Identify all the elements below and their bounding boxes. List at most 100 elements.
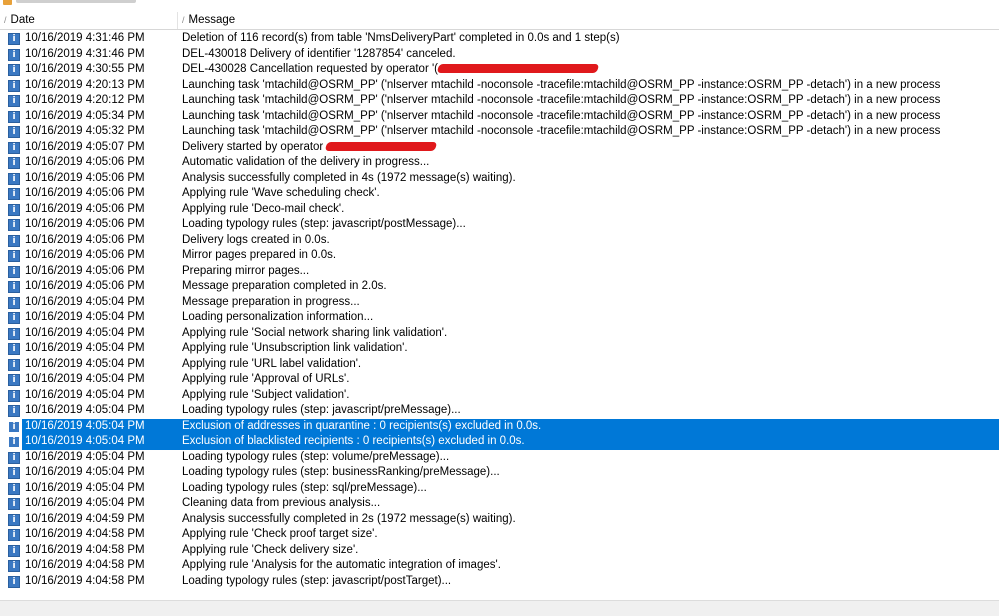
row-date: 10/16/2019 4:05:06 PM (25, 218, 145, 230)
table-row[interactable]: i 10/16/2019 4:05:04 PM Message preparatio… (0, 295, 999, 311)
table-row[interactable]: i 10/16/2019 4:04:58 PM Applying rule 'Che… (0, 527, 999, 543)
row-date: 10/16/2019 4:05:04 PM (25, 373, 145, 385)
info-icon: i (8, 172, 20, 185)
row-message: Delivery logs created in 0.0s. (182, 233, 997, 249)
status-bar (0, 600, 999, 616)
row-message-text: Message preparation in progress... (182, 295, 360, 308)
row-date: 10/16/2019 4:04:58 PM (25, 559, 145, 571)
row-message: Message preparation in progress... (182, 295, 997, 311)
table-row[interactable]: i 10/16/2019 4:05:04 PM Loading typology r… (0, 481, 999, 497)
table-row[interactable]: i 10/16/2019 4:31:46 PM Deletion of 116 re… (0, 31, 999, 47)
row-message-text: Mirror pages prepared in 0.0s. (182, 249, 337, 261)
table-row[interactable]: i 10/16/2019 4:05:34 PM Launching task 'mt… (0, 109, 999, 125)
info-icon: i (8, 126, 20, 138)
table-row[interactable]: i 10/16/2019 4:05:07 PM Delivery started b… (0, 140, 999, 156)
info-icon: i (8, 296, 20, 309)
table-row[interactable]: i 10/16/2019 4:05:04 PM Loading typology r… (0, 403, 999, 419)
table-row[interactable]: i 10/16/2019 4:20:12 PM Launching task 'mt… (0, 93, 999, 109)
table-row[interactable]: i 10/16/2019 4:05:06 PM Mirror pages prepa… (0, 248, 999, 264)
info-icon: i (8, 513, 20, 526)
row-date: 10/16/2019 4:05:06 PM (25, 187, 145, 199)
table-row[interactable]: i 10/16/2019 4:05:06 PM Applying rule 'Wav… (0, 186, 999, 202)
table-row[interactable]: i 10/16/2019 4:05:04 PM Applying rule 'Soc… (0, 326, 999, 342)
table-row[interactable]: i 10/16/2019 4:05:04 PM Applying rule 'URL… (0, 357, 999, 373)
table-row[interactable]: i 10/16/2019 4:05:06 PM Analysis successfu… (0, 171, 999, 187)
log-list[interactable]: i 10/16/2019 4:31:46 PM Deletion of 116 re… (0, 31, 999, 600)
row-message-text: Loading typology rules (step: businessRa… (182, 466, 500, 478)
table-row[interactable]: i 10/16/2019 4:04:58 PM Applying rule 'Ana… (0, 558, 999, 574)
row-message-text: Loading typology rules (step: sql/preMes… (182, 481, 427, 494)
row-date: 10/16/2019 4:05:06 PM (25, 280, 145, 292)
row-message-text: Analysis successfully completed in 4s (1… (182, 171, 516, 184)
row-message: Analysis successfully completed in 2s (1… (182, 512, 997, 528)
info-icon: i (8, 281, 20, 293)
row-message: Loading typology rules (step: javascript… (182, 403, 997, 419)
row-date: 10/16/2019 4:05:04 PM (25, 481, 145, 494)
table-row[interactable]: i 10/16/2019 4:05:32 PM Launching task 'mt… (0, 124, 999, 140)
info-icon: i (8, 405, 20, 417)
row-message: Exclusion of addresses in quarantine : 0… (178, 418, 999, 434)
row-message: Applying rule 'Check proof target size'. (182, 527, 997, 543)
table-row[interactable]: i 10/16/2019 4:05:06 PM Applying rule 'Dec… (0, 202, 999, 218)
table-row[interactable]: i 10/16/2019 4:05:04 PM Applying rule 'App… (0, 372, 999, 388)
column-header-date[interactable]: / Date (0, 12, 178, 29)
info-icon: i (8, 141, 20, 154)
column-header-message[interactable]: / Message (178, 12, 999, 29)
row-message: DEL-430018 Delivery of identifier '12878… (182, 47, 997, 63)
table-row[interactable]: i 10/16/2019 4:30:55 PM DEL-430028 Cancell… (0, 62, 999, 78)
row-message: Launching task 'mtachild@OSRM_PP' ('nlse… (182, 124, 997, 140)
table-row[interactable]: i 10/16/2019 4:05:04 PM Loading personaliz… (0, 310, 999, 326)
table-row[interactable]: i 10/16/2019 4:31:46 PM DEL-430018 Deliver… (0, 47, 999, 63)
info-icon: i (8, 157, 20, 169)
row-date: 10/16/2019 4:05:06 PM (25, 171, 145, 184)
table-row[interactable]: i 10/16/2019 4:20:13 PM Launching task 'mt… (0, 78, 999, 94)
row-message: Cleaning data from previous analysis... (182, 496, 997, 512)
redaction-mark (436, 64, 600, 74)
table-row[interactable]: i 10/16/2019 4:05:06 PM Message preparatio… (0, 279, 999, 295)
row-date: 10/16/2019 4:05:04 PM (25, 388, 145, 401)
row-message-text: Exclusion of blacklisted recipients : 0 … (182, 435, 525, 447)
table-row[interactable]: i 10/16/2019 4:05:04 PM Cleaning data from… (0, 496, 999, 512)
table-row[interactable]: i 10/16/2019 4:05:04 PM Loading typology r… (0, 465, 999, 481)
row-message-text: Exclusion of addresses in quarantine : 0… (182, 419, 542, 432)
row-date: 10/16/2019 4:05:06 PM (25, 202, 145, 215)
row-message: Applying rule 'Subject validation'. (182, 388, 997, 404)
table-row[interactable]: i 10/16/2019 4:04:58 PM Loading typology r… (0, 574, 999, 590)
table-row[interactable]: i 10/16/2019 4:05:06 PM Automatic validati… (0, 155, 999, 171)
row-message-text: Launching task 'mtachild@OSRM_PP' ('nlse… (182, 78, 941, 91)
info-icon: i (8, 234, 20, 247)
row-message-text: Applying rule 'Check proof target size'. (182, 528, 378, 540)
row-message: Applying rule 'Approval of URLs'. (182, 372, 997, 388)
row-date: 10/16/2019 4:05:04 PM (25, 295, 145, 308)
row-message: Loading typology rules (step: javascript… (182, 574, 997, 590)
row-message-text: Automatic validation of the delivery in … (182, 156, 430, 168)
row-message: Applying rule 'Deco-mail check'. (182, 202, 997, 218)
row-message: Exclusion of blacklisted recipients : 0 … (178, 434, 999, 450)
table-row[interactable]: i 10/16/2019 4:05:04 PM Exclusion of addre… (0, 418, 999, 434)
row-message: Analysis successfully completed in 4s (1… (182, 171, 997, 187)
row-message-text: Loading personalization information... (182, 311, 374, 323)
table-row[interactable]: i 10/16/2019 4:04:58 PM Applying rule 'Che… (0, 543, 999, 559)
row-message-text: Delivery logs created in 0.0s. (182, 233, 330, 246)
row-date: 10/16/2019 4:31:46 PM (25, 47, 145, 60)
table-row[interactable]: i 10/16/2019 4:05:04 PM Loading typology r… (0, 450, 999, 466)
row-message: Loading typology rules (step: javascript… (182, 217, 997, 233)
table-row[interactable]: i 10/16/2019 4:05:06 PM Delivery logs crea… (0, 233, 999, 249)
row-message-text: Loading typology rules (step: javascript… (182, 218, 466, 230)
row-message: Loading personalization information... (182, 310, 997, 326)
table-row[interactable]: i 10/16/2019 4:05:04 PM Exclusion of black… (0, 434, 999, 450)
info-icon: i (8, 312, 20, 324)
row-message-text: Applying rule 'Check delivery size'. (182, 543, 359, 556)
table-row[interactable]: i 10/16/2019 4:04:59 PM Analysis successfu… (0, 512, 999, 528)
row-message-text: Applying rule 'Deco-mail check'. (182, 202, 345, 215)
column-message-label: Message (188, 14, 236, 26)
table-row[interactable]: i 10/16/2019 4:05:04 PM Applying rule 'Sub… (0, 388, 999, 404)
table-row[interactable]: i 10/16/2019 4:05:06 PM Preparing mirror p… (0, 264, 999, 280)
info-icon: i (8, 79, 20, 92)
info-icon: i (8, 219, 20, 231)
table-row[interactable]: i 10/16/2019 4:05:04 PM Applying rule 'Uns… (0, 341, 999, 357)
row-message-text: Loading typology rules (step: volume/pre… (182, 450, 450, 463)
row-date: 10/16/2019 4:30:55 PM (25, 63, 145, 75)
table-row[interactable]: i 10/16/2019 4:05:06 PM Loading typology r… (0, 217, 999, 233)
info-icon: i (8, 64, 20, 76)
